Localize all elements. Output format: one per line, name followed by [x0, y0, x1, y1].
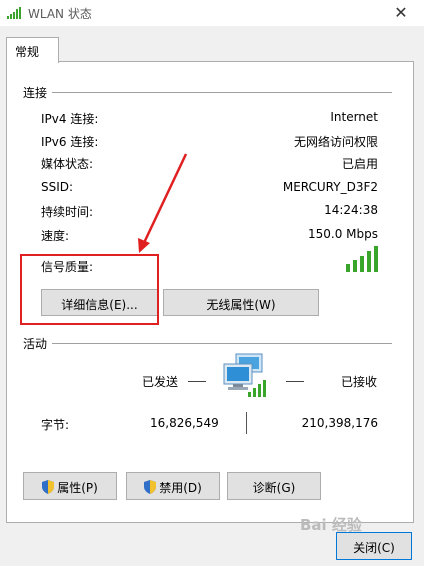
annotation-highlight-box — [20, 254, 159, 325]
close-icon: ✕ — [394, 3, 408, 22]
disable-button[interactable]: 禁用(D) — [126, 472, 220, 500]
duration-label: 持续时间: — [41, 205, 94, 219]
duration-value: 14:24:38 — [324, 203, 378, 217]
activity-divider — [52, 343, 392, 344]
properties-button[interactable]: 属性(P) — [23, 472, 117, 500]
wireless-properties-button-label: 无线属性(W) — [206, 298, 276, 312]
watermark: Bai 经验 — [300, 516, 362, 534]
close-button-label: 关闭(C) — [353, 541, 395, 555]
properties-button-label: 属性(P) — [57, 481, 98, 495]
connection-section-label: 连接 — [23, 86, 48, 100]
window-close-button[interactable]: ✕ — [386, 2, 416, 24]
bytes-divider — [246, 412, 247, 434]
signal-strength-icon — [346, 246, 378, 272]
uac-shield-icon — [42, 480, 55, 494]
tab-general[interactable]: 常规 — [6, 37, 59, 63]
connection-divider — [52, 92, 392, 93]
speed-label: 速度: — [41, 229, 70, 243]
ipv6-value: 无网络访问权限 — [293, 135, 378, 149]
ipv4-value: Internet — [330, 110, 378, 124]
title-bar: WLAN 状态 ✕ — [0, 0, 424, 26]
bytes-sent-value: 16,826,549 — [150, 416, 219, 430]
bytes-received-value: 210,398,176 — [301, 416, 378, 430]
network-computers-icon — [223, 353, 266, 397]
ssid-value: MERCURY_D3F2 — [282, 180, 378, 194]
diagnose-button-label: 诊断(G) — [252, 481, 296, 495]
close-button[interactable]: 关闭(C) — [336, 532, 412, 560]
uac-shield-icon — [144, 480, 157, 494]
received-label: 已接收 — [341, 375, 378, 389]
sent-line — [188, 381, 206, 382]
wireless-properties-button[interactable]: 无线属性(W) — [163, 289, 319, 316]
received-line — [286, 381, 304, 382]
diagnose-button[interactable]: 诊断(G) — [227, 472, 321, 500]
speed-value: 150.0 Mbps — [307, 227, 378, 241]
disable-button-label: 禁用(D) — [159, 481, 202, 495]
ipv6-label: IPv6 连接: — [41, 135, 99, 149]
ipv4-label: IPv4 连接: — [41, 112, 99, 126]
media-state-label: 媒体状态: — [41, 157, 94, 171]
tab-general-label: 常规 — [15, 45, 40, 59]
activity-section-label: 活动 — [23, 337, 48, 351]
bytes-label: 字节: — [41, 418, 70, 432]
window-title: WLAN 状态 — [28, 7, 92, 21]
wifi-signal-icon — [7, 7, 21, 19]
sent-label: 已发送 — [142, 375, 179, 389]
ssid-label: SSID: — [41, 180, 74, 194]
media-state-value: 已启用 — [341, 157, 378, 171]
